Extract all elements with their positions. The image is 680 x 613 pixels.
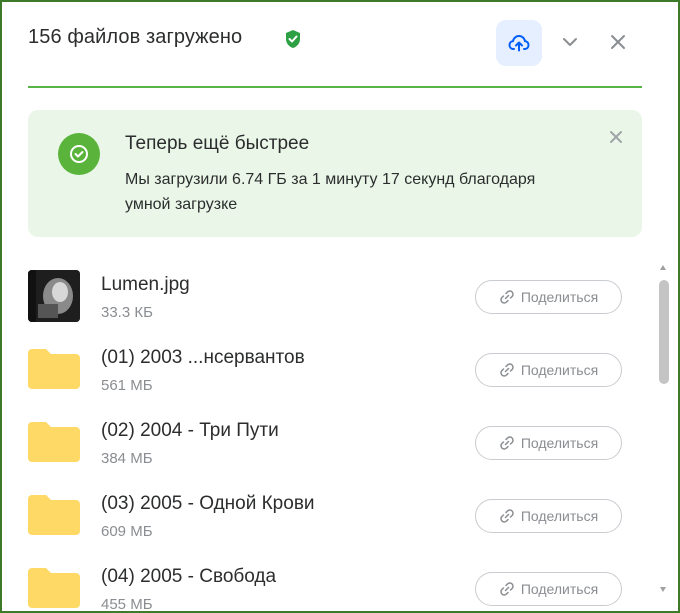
share-label: Поделиться (520, 435, 599, 451)
file-name: (04) 2005 - Свобода (101, 566, 277, 587)
link-icon (500, 363, 514, 377)
link-icon (500, 509, 514, 523)
image-thumbnail (28, 270, 80, 322)
file-name: (02) 2004 - Три Пути (101, 420, 279, 441)
file-size: 384 МБ (101, 450, 153, 467)
panel-header: 156 файлов загружено (2, 2, 678, 90)
scroll-up-arrow-icon[interactable] (660, 265, 666, 270)
file-size: 609 МБ (101, 523, 153, 540)
banner-text: Мы загрузили 6.74 ГБ за 1 минуту 17 секу… (125, 171, 536, 213)
upload-status-title: 156 файлов загружено (28, 26, 243, 48)
scrollbar-thumb[interactable] (659, 280, 669, 384)
chevron-down-icon[interactable] (560, 34, 580, 50)
check-circle-icon (58, 133, 100, 175)
file-size: 561 МБ (101, 377, 153, 394)
folder-icon (28, 495, 80, 535)
file-size: 455 МБ (101, 596, 153, 613)
close-icon[interactable] (608, 32, 628, 52)
banner-close-icon[interactable] (608, 129, 624, 145)
list-item[interactable]: Lumen.jpg 33.3 КБ Поделиться (2, 260, 642, 332)
share-button[interactable]: Поделиться (475, 353, 622, 387)
file-name: (03) 2005 - Одной Крови (101, 493, 315, 514)
share-label: Поделиться (520, 508, 599, 524)
list-item[interactable]: (03) 2005 - Одной Крови 609 МБ Поделитьс… (2, 479, 642, 551)
folder-icon (28, 349, 80, 389)
list-item[interactable]: (04) 2005 - Свобода 455 МБ Поделиться (2, 552, 642, 613)
cloud-upload-icon (508, 34, 530, 52)
banner-title: Теперь ещё быстрее (125, 133, 310, 154)
file-name: (01) 2003 ...нсервантов (101, 347, 305, 368)
shield-check-icon (286, 30, 300, 48)
share-label: Поделиться (520, 362, 599, 378)
share-button[interactable]: Поделиться (475, 426, 622, 460)
link-icon (500, 436, 514, 450)
file-size: 33.3 КБ (101, 304, 153, 321)
link-icon (500, 582, 514, 596)
list-item[interactable]: (01) 2003 ...нсервантов 561 МБ Поделитьс… (2, 333, 642, 405)
share-button[interactable]: Поделиться (475, 572, 622, 606)
share-label: Поделиться (520, 289, 599, 305)
list-item[interactable]: (02) 2004 - Три Пути 384 МБ Поделиться (2, 406, 642, 478)
share-button[interactable]: Поделиться (475, 499, 622, 533)
file-name: Lumen.jpg (101, 274, 190, 295)
upload-button[interactable] (496, 20, 542, 66)
folder-icon (28, 568, 80, 608)
share-label: Поделиться (520, 581, 599, 597)
speed-banner: Теперь ещё быстрее Мы загрузили 6.74 ГБ … (28, 110, 642, 237)
scroll-down-arrow-icon[interactable] (660, 587, 666, 592)
folder-icon (28, 422, 80, 462)
progress-complete-bar (28, 86, 642, 88)
upload-panel: 156 файлов загружено Теперь ещё быстрее (0, 0, 680, 613)
share-button[interactable]: Поделиться (475, 280, 622, 314)
link-icon (500, 290, 514, 304)
